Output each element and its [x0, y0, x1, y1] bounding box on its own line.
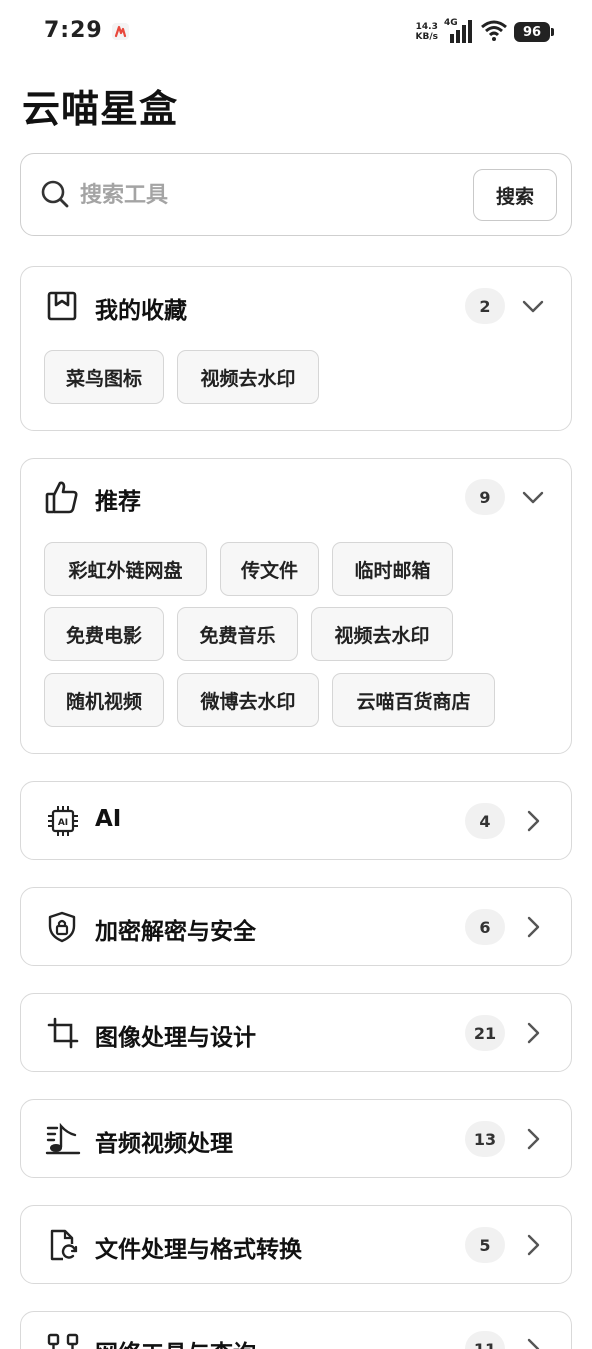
favorites-count-badge: 2 [465, 288, 505, 324]
network-speed: 14.3 KB/s [416, 22, 438, 42]
recommended-count-badge: 9 [465, 479, 505, 515]
page-title: 云喵星盒 [22, 87, 179, 131]
status-indicators: 14.3 KB/s 4G 96 [416, 18, 554, 46]
music-note-icon [45, 1123, 81, 1155]
category-title: 文件处理与格式转换 [95, 1237, 302, 1263]
recommended-tag[interactable]: 随机视频 [44, 673, 164, 727]
status-time: 7:29 [44, 18, 103, 43]
network-speed-value: 14.3 [415, 22, 438, 32]
chevron-right-icon[interactable] [520, 914, 546, 940]
category-title: 加密解密与安全 [95, 919, 256, 945]
category-count-badge: 5 [465, 1227, 505, 1263]
thumbs-up-icon [45, 481, 78, 514]
category-count-badge: 4 [465, 803, 505, 839]
bookmark-icon [47, 291, 77, 321]
search-icon [41, 180, 69, 208]
status-bar: 7:29 14.3 KB/s 4G 96 [0, 0, 592, 64]
category-count-badge: 13 [465, 1121, 505, 1157]
category-title: 网络工具与查询 [95, 1334, 256, 1349]
battery-indicator: 96 [514, 22, 554, 42]
recommended-tag[interactable]: 彩虹外链网盘 [44, 542, 207, 596]
chevron-right-icon[interactable] [520, 1020, 546, 1046]
favorite-tag[interactable]: 视频去水印 [177, 350, 319, 404]
chevron-right-icon[interactable] [520, 1336, 546, 1349]
shield-lock-icon [48, 911, 76, 943]
recommended-tag[interactable]: 免费电影 [44, 607, 164, 661]
search-input[interactable] [80, 175, 460, 215]
recommended-tag[interactable]: 云喵百货商店 [332, 673, 495, 727]
recommended-tag[interactable]: 临时邮箱 [332, 542, 453, 596]
recommended-tag[interactable]: 免费音乐 [177, 607, 298, 661]
file-convert-icon [50, 1229, 78, 1261]
signal-icon: 4G [444, 18, 474, 44]
chevron-right-icon[interactable] [520, 1126, 546, 1152]
network-speed-unit: KB/s [415, 32, 438, 42]
notification-app-icon [112, 23, 129, 40]
category-count-badge: 6 [465, 909, 505, 945]
category-title: 音频视频处理 [95, 1131, 233, 1157]
chevron-right-icon[interactable] [520, 808, 546, 834]
network-icon [47, 1333, 79, 1349]
category-count-badge: 21 [465, 1015, 505, 1051]
svg-text:AI: AI [58, 818, 68, 828]
category-title: 图像处理与设计 [95, 1025, 256, 1051]
recommended-title: 推荐 [95, 489, 141, 515]
favorites-title: 我的收藏 [95, 298, 187, 324]
recommended-tag[interactable]: 微博去水印 [177, 673, 319, 727]
chevron-right-icon[interactable] [520, 1232, 546, 1258]
wifi-icon [480, 19, 508, 45]
ai-chip-icon: AI [48, 806, 78, 836]
favorite-tag[interactable]: 菜鸟图标 [44, 350, 164, 404]
category-title: AI [95, 806, 122, 832]
chevron-down-icon[interactable] [520, 293, 546, 319]
recommended-tag[interactable]: 视频去水印 [311, 607, 453, 661]
search-button[interactable]: 搜索 [473, 169, 557, 221]
chevron-down-icon[interactable] [520, 484, 546, 510]
crop-icon [47, 1017, 79, 1049]
recommended-tag[interactable]: 传文件 [220, 542, 319, 596]
